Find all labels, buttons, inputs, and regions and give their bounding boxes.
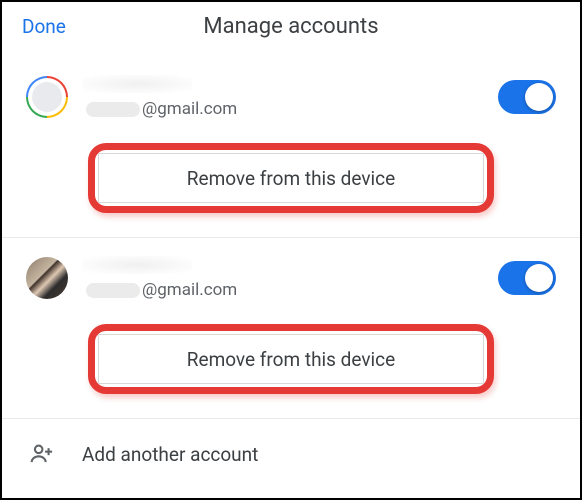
account-email: @gmail.com (86, 99, 480, 119)
person-add-icon (26, 439, 56, 469)
account-name-redacted (82, 256, 192, 274)
highlight-annotation: Remove from this device (88, 143, 494, 213)
add-account-button[interactable]: Add another account (2, 419, 580, 479)
email-suffix: @gmail.com (142, 280, 237, 300)
page-title: Manage accounts (203, 14, 378, 39)
highlight-annotation: Remove from this device (88, 324, 494, 394)
account-name-redacted (82, 75, 192, 93)
remove-from-device-button[interactable]: Remove from this device (98, 153, 484, 203)
header: Done Manage accounts (2, 2, 580, 57)
account-toggle[interactable] (498, 80, 556, 114)
avatar (26, 76, 68, 118)
account-info: @gmail.com (86, 75, 480, 119)
account-section-1: @gmail.com Remove from this device (2, 57, 580, 238)
email-prefix-redacted (86, 102, 140, 117)
account-row: @gmail.com (2, 238, 580, 310)
account-info: @gmail.com (86, 256, 480, 300)
account-email: @gmail.com (86, 280, 480, 300)
done-button[interactable]: Done (22, 15, 66, 38)
account-row: @gmail.com (2, 57, 580, 129)
email-prefix-redacted (86, 283, 140, 298)
remove-from-device-button[interactable]: Remove from this device (98, 334, 484, 384)
add-account-label: Add another account (82, 443, 258, 466)
account-section-2: @gmail.com Remove from this device (2, 238, 580, 419)
avatar (26, 257, 68, 299)
account-toggle[interactable] (498, 261, 556, 295)
email-suffix: @gmail.com (142, 99, 237, 119)
